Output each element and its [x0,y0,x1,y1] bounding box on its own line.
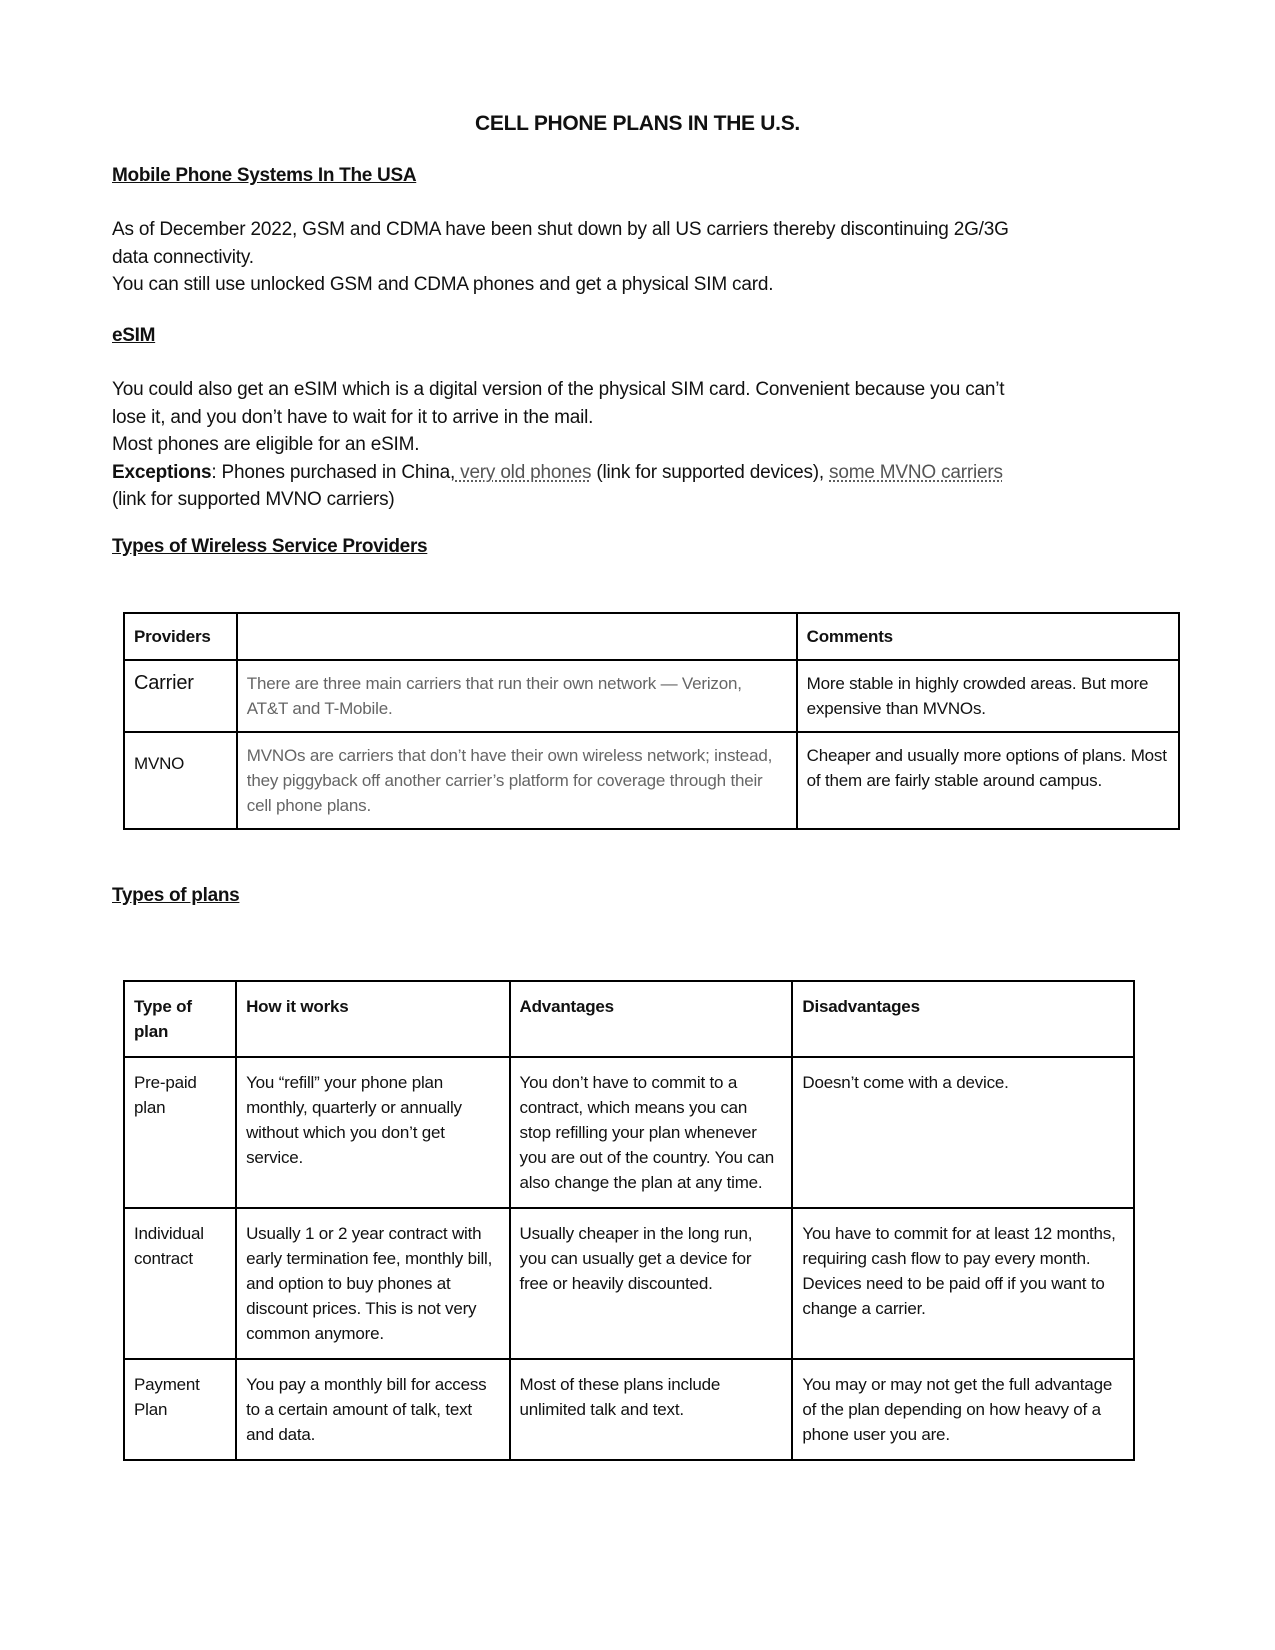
exceptions-text: : Phones purchased in China, [211,461,456,483]
table-header-row: Providers Comments [123,612,1181,661]
plan-disadvantages: You have to commit for at least 12 month… [791,1207,1135,1360]
exceptions-label: Exceptions [112,461,212,483]
section-heading-plans: Types of plans [112,885,240,906]
table-row: Carrier There are three main carriers th… [123,659,1181,733]
provider-description: There are three main carriers that run t… [235,659,798,733]
section-heading-mobile-systems: Mobile Phone Systems In The USA [112,165,417,186]
document-page: CELL PHONE PLANS IN THE U.S. Mobile Phon… [0,0,1275,1650]
exceptions-line: Exceptions: Phones purchased in China, v… [112,459,1132,487]
plans-table: Type of plan How it works Advantages Dis… [122,980,1135,1461]
providers-table: Providers Comments Carrier There are thr… [123,612,1181,830]
table-row: Payment Plan You pay a monthly bill for … [122,1358,1135,1461]
plan-how-it-works: Usually 1 or 2 year contract with early … [235,1207,511,1360]
column-header: Providers [123,612,238,661]
text-line: You could also get an eSIM which is a di… [112,379,1005,400]
table-row: Pre-paid plan You “refill” your phone pl… [122,1056,1135,1209]
plan-how-it-works: You pay a monthly bill for access to a c… [235,1358,511,1461]
very-old-phones-link[interactable]: very old phones [455,462,591,483]
plan-disadvantages: Doesn’t come with a device. [791,1056,1135,1209]
plan-type: Pre-paid plan [122,1056,238,1209]
plan-how-it-works: You “refill” your phone plan monthly, qu… [235,1056,511,1209]
plan-disadvantages: You may or may not get the full advantag… [791,1358,1135,1461]
exceptions-text: (link for supported devices), [591,461,830,483]
section-heading-providers: Types of Wireless Service Providers [112,536,428,557]
table-row: MVNO MVNOs are carriers that don’t have … [123,731,1181,830]
plan-type: Individual contract [122,1207,238,1360]
text-line: You can still use unlocked GSM and CDMA … [112,274,774,295]
text-line: lose it, and you don’t have to wait for … [112,406,594,428]
column-header: How it works [235,980,511,1058]
provider-description: MVNOs are carriers that don’t have their… [235,731,798,830]
table-header-row: Type of plan How it works Advantages Dis… [122,980,1135,1058]
text-line: (link for supported MVNO carriers) [112,489,395,510]
provider-name: MVNO [123,731,238,830]
table-row: Individual contract Usually 1 or 2 year … [122,1207,1135,1360]
section-heading-esim: eSIM [112,325,156,346]
provider-comments: Cheaper and usually more options of plan… [795,731,1181,830]
text-line: data connectivity. [112,246,254,268]
esim-paragraph: You could also get an eSIM which is a di… [112,376,1132,514]
column-header: Type of plan [122,980,238,1058]
plan-advantages: You don’t have to commit to a contract, … [508,1056,794,1209]
mobile-systems-paragraph: As of December 2022, GSM and CDMA have b… [112,216,1132,299]
text-line: As of December 2022, GSM and CDMA have b… [112,219,1009,240]
some-mvno-carriers-link[interactable]: some MVNO carriers [829,462,1003,483]
text-line: Most phones are eligible for an eSIM. [112,434,420,455]
column-header [235,612,798,661]
plan-type: Payment Plan [122,1358,238,1461]
column-header: Disadvantages [791,980,1135,1058]
plan-advantages: Usually cheaper in the long run, you can… [508,1207,794,1360]
document-title: CELL PHONE PLANS IN THE U.S. [475,112,800,135]
column-header: Advantages [508,980,794,1058]
provider-comments: More stable in highly crowded areas. But… [795,659,1181,733]
plan-advantages: Most of these plans include unlimited ta… [508,1358,794,1461]
provider-name: Carrier [123,659,238,733]
column-header: Comments [795,612,1181,661]
